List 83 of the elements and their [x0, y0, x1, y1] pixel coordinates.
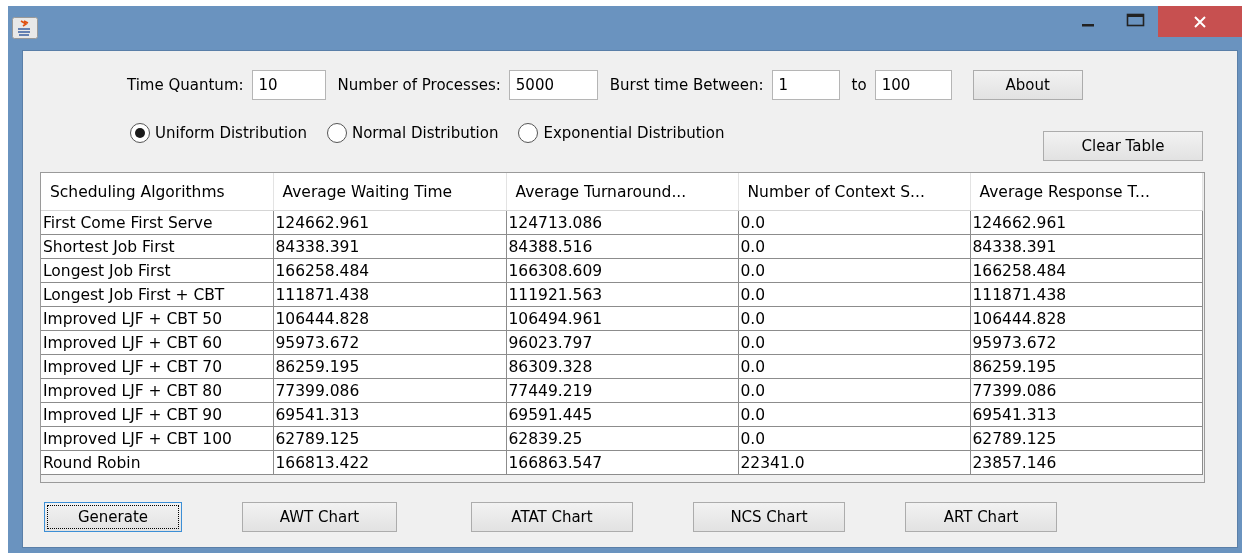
input-field[interactable]: 5000 — [508, 70, 598, 100]
column-header[interactable]: Average Response T... — [970, 173, 1202, 211]
table-cell: 111921.563 — [506, 282, 738, 307]
table-cell: Longest Job First + CBT — [41, 282, 273, 307]
table-cell: Improved LJF + CBT 90 — [41, 402, 273, 427]
table-cell: 166813.422 — [273, 450, 506, 475]
table-cell: 69541.313 — [273, 402, 506, 427]
table-cell: 77399.086 — [273, 378, 506, 403]
table-cell: Improved LJF + CBT 100 — [41, 426, 273, 451]
app-icon — [12, 17, 38, 39]
radio-label[interactable]: Uniform Distribution — [155, 124, 307, 142]
table-cell: 77449.219 — [506, 378, 738, 403]
radio-label[interactable]: Exponential Distribution — [543, 124, 725, 142]
action-button[interactable]: NCS Chart — [693, 502, 845, 532]
table-cell: 69591.445 — [506, 402, 738, 427]
table-cell: 166258.484 — [970, 258, 1202, 283]
radio-label[interactable]: Normal Distribution — [351, 124, 499, 142]
table-cell: 166258.484 — [273, 258, 506, 283]
table-cell: 0.0 — [738, 258, 970, 283]
table-cell: 166308.609 — [506, 258, 738, 283]
table-cell: 0.0 — [738, 282, 970, 307]
radio-button[interactable] — [518, 123, 539, 143]
table-cell: Improved LJF + CBT 50 — [41, 306, 273, 331]
field-label: Number of Processes: — [337, 76, 501, 94]
table-cell: 0.0 — [738, 234, 970, 259]
column-header[interactable]: Average Turnaround... — [506, 173, 738, 211]
table-cell: Improved LJF + CBT 80 — [41, 378, 273, 403]
table-cell: 166863.547 — [506, 450, 738, 475]
input-field[interactable]: 1 — [771, 70, 840, 100]
table-cell: 23857.146 — [970, 450, 1202, 475]
table-cell: 96023.797 — [506, 330, 738, 355]
table-cell: 0.0 — [738, 210, 970, 235]
table-cell: 86259.195 — [970, 354, 1202, 379]
table-cell: 69541.313 — [970, 402, 1202, 427]
table-cell: 111871.438 — [273, 282, 506, 307]
close-icon — [1193, 14, 1207, 29]
table-cell: 62839.25 — [506, 426, 738, 451]
input-field[interactable]: 100 — [874, 70, 952, 100]
table-cell: 86309.328 — [506, 354, 738, 379]
clear-table-button[interactable]: Clear Table — [1043, 131, 1203, 161]
table-cell: Improved LJF + CBT 60 — [41, 330, 273, 355]
table-cell: 62789.125 — [273, 426, 506, 451]
table-cell: 124713.086 — [506, 210, 738, 235]
column-header[interactable]: Average Waiting Time — [273, 173, 506, 211]
column-header[interactable]: Number of Context S... — [738, 173, 970, 211]
action-button[interactable]: ART Chart — [905, 502, 1057, 532]
table-cell: 62789.125 — [970, 426, 1202, 451]
table-cell: 77399.086 — [970, 378, 1202, 403]
column-header[interactable]: Scheduling Algorithms — [41, 173, 273, 211]
field-label: Time Quantum: — [127, 76, 244, 94]
table-cell: 0.0 — [738, 402, 970, 427]
table-cell: 95973.672 — [273, 330, 506, 355]
table-cell: 22341.0 — [738, 450, 970, 475]
table-cell: 84338.391 — [970, 234, 1202, 259]
table-cell: 86259.195 — [273, 354, 506, 379]
table-cell: 95973.672 — [970, 330, 1202, 355]
table-cell: 0.0 — [738, 306, 970, 331]
table-cell: 0.0 — [738, 426, 970, 451]
table-cell: Shortest Job First — [41, 234, 273, 259]
action-button[interactable]: AWT Chart — [242, 502, 397, 532]
action-button[interactable]: ATAT Chart — [471, 502, 633, 532]
action-button[interactable]: Generate — [44, 502, 182, 532]
table-cell: 84388.516 — [506, 234, 738, 259]
table-cell: 84338.391 — [273, 234, 506, 259]
table-cell: Improved LJF + CBT 70 — [41, 354, 273, 379]
table-cell: 0.0 — [738, 330, 970, 355]
table-cell: 0.0 — [738, 354, 970, 379]
table-cell: 106444.828 — [273, 306, 506, 331]
table-cell: 124662.961 — [273, 210, 506, 235]
table-cell: Round Robin — [41, 450, 273, 475]
table-cell: Longest Job First — [41, 258, 273, 283]
table-cell: 106444.828 — [970, 306, 1202, 331]
field-label: Burst time Between: — [609, 76, 764, 94]
input-field[interactable]: 10 — [251, 70, 326, 100]
radio-button[interactable] — [326, 123, 347, 143]
field-label: to — [851, 76, 867, 94]
table-cell: First Come First Serve — [41, 210, 273, 235]
table-cell: 124662.961 — [970, 210, 1202, 235]
table-cell: 0.0 — [738, 378, 970, 403]
about-button[interactable]: About — [972, 70, 1083, 100]
table-cell: 106494.961 — [506, 306, 738, 331]
table-cell: 111871.438 — [970, 282, 1202, 307]
radio-button[interactable] — [130, 123, 150, 143]
